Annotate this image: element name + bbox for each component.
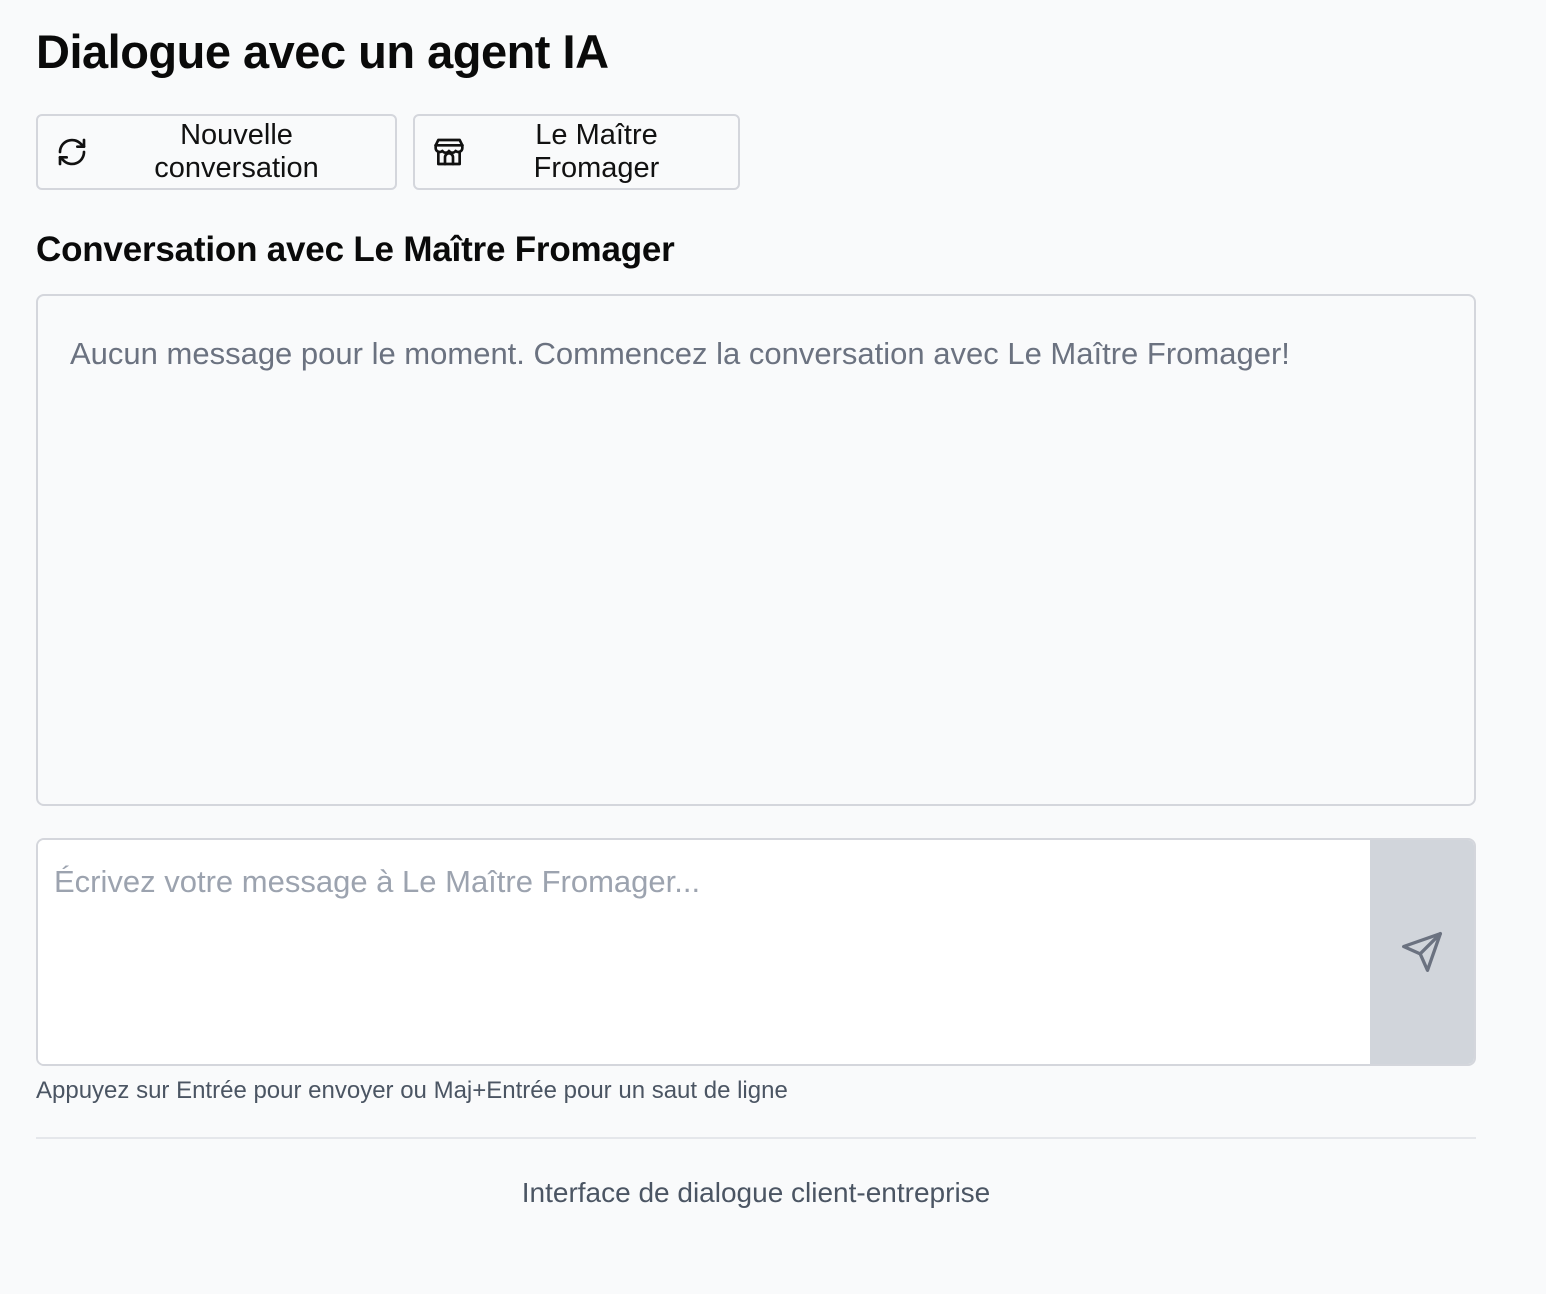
business-label: Le Maître Fromager [533,119,660,184]
page: Dialogue avec un agent IA Nouvelle conve… [0,0,1546,1294]
new-conversation-label: Nouvelle conversation [154,119,319,184]
footer-divider [36,1137,1476,1139]
empty-state-text: Aucun message pour le moment. Commencez … [70,336,1290,371]
message-composer [36,838,1476,1066]
message-input[interactable] [38,840,1370,1064]
toolbar: Nouvelle conversation Le Maître Fromager [36,114,740,190]
keyboard-hint: Appuyez sur Entrée pour envoyer ou Maj+E… [36,1077,788,1104]
conversation-heading: Conversation avec Le Maître Fromager [36,230,675,269]
send-icon [1400,930,1444,974]
store-icon [433,136,465,168]
refresh-icon [56,136,88,168]
footer-text: Interface de dialogue client-entreprise [521,1177,991,1208]
message-list[interactable]: Aucun message pour le moment. Commencez … [36,294,1476,806]
send-button[interactable] [1370,840,1474,1064]
business-selector-button[interactable]: Le Maître Fromager [413,114,740,190]
new-conversation-button[interactable]: Nouvelle conversation [36,114,397,190]
page-title: Dialogue avec un agent IA [36,25,609,78]
